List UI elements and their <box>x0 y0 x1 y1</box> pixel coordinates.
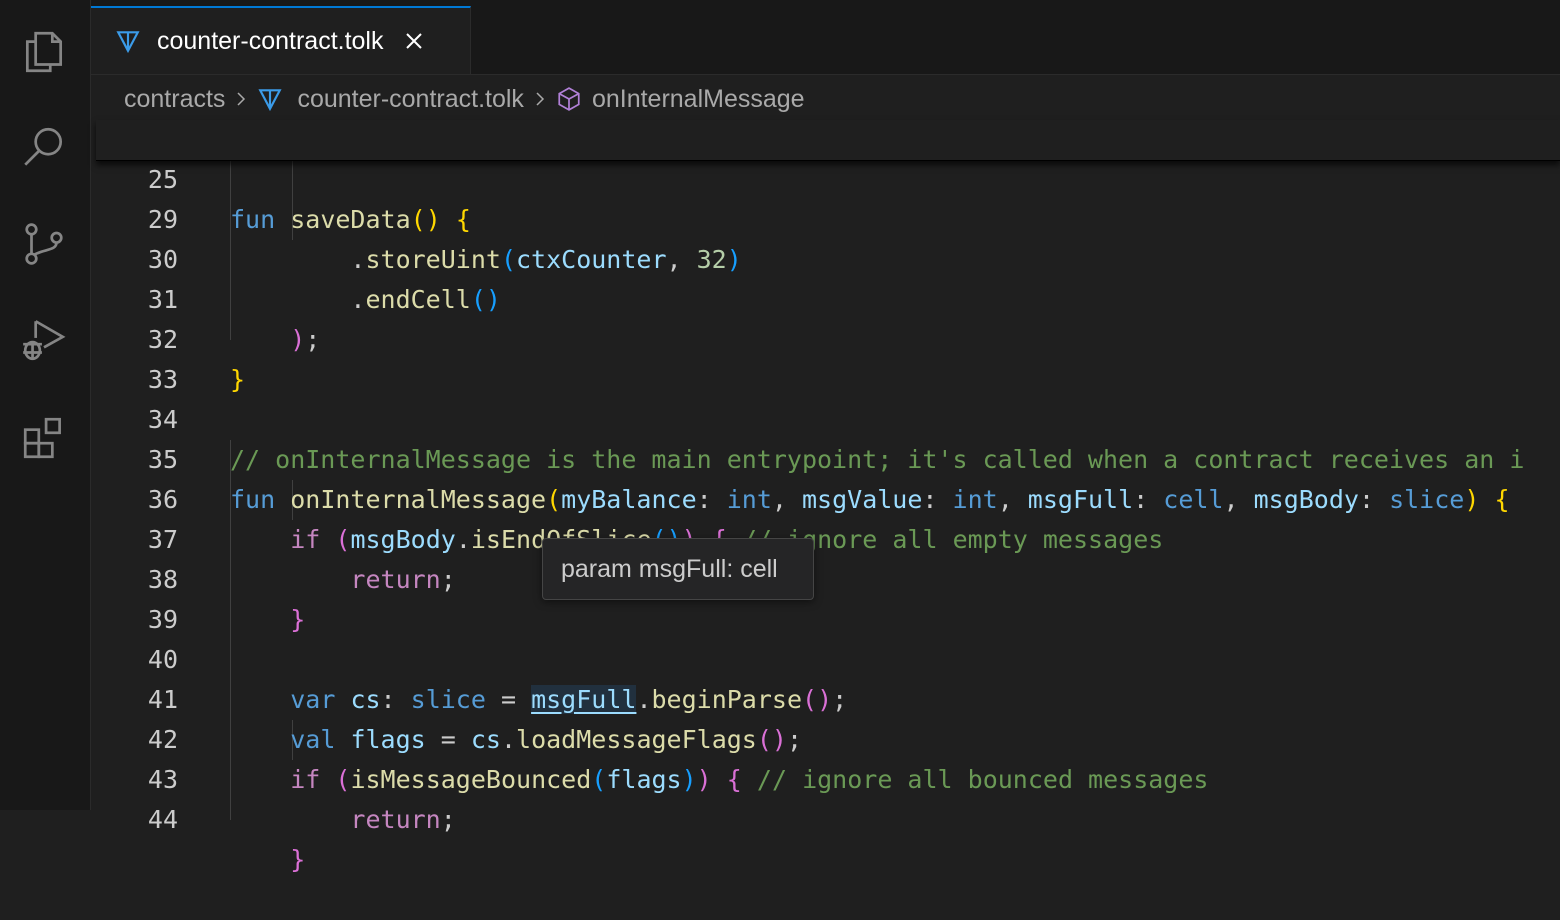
tab-bar: counter-contract.tolk <box>91 0 1560 75</box>
ton-file-icon <box>116 31 140 54</box>
source-control-icon[interactable] <box>18 218 70 270</box>
breadcrumb-file[interactable]: counter-contract.tolk <box>297 85 524 114</box>
code-line-36[interactable]: 36 if (msgBody.isEndOfSlice()) { // igno… <box>96 440 1560 554</box>
code-line-43[interactable]: 43 return; <box>96 720 1560 834</box>
breadcrumb-folder[interactable]: contracts <box>124 85 225 114</box>
code-line-33[interactable]: 33 <box>96 320 1560 394</box>
chevron-right-icon <box>536 92 544 106</box>
explorer-icon[interactable] <box>18 26 70 78</box>
close-icon[interactable] <box>402 29 426 53</box>
code-line-40[interactable]: 40 var cs: slice = msgFull.beginParse(); <box>96 600 1560 714</box>
tab-counter-contract[interactable]: counter-contract.tolk <box>91 6 471 74</box>
line-number: 25 <box>147 165 178 194</box>
activity-bar <box>0 0 91 810</box>
breadcrumb-symbol[interactable]: onInternalMessage <box>592 85 805 114</box>
sticky-scroll-line[interactable]: 25 fun saveData() { <box>96 120 1560 234</box>
hover-tooltip: param msgFull: cell <box>542 538 814 600</box>
code-line-31[interactable]: 31 ); <box>96 240 1560 354</box>
code-line-29[interactable]: 29 .storeUint(ctxCounter, 32) <box>96 160 1560 274</box>
hover-text: param msgFull: cell <box>561 554 778 583</box>
code-text: } <box>290 845 306 874</box>
code-line-44[interactable]: 44 } <box>96 760 1560 874</box>
code-line-42[interactable]: 42 if (isMessageBounced(flags)) { // ign… <box>96 680 1560 794</box>
code-line: fun saveData() { <box>230 205 471 234</box>
extensions-icon[interactable] <box>18 412 70 464</box>
chevron-right-icon <box>237 92 246 106</box>
ton-file-icon <box>258 89 282 112</box>
code-line-37[interactable]: 37 return; <box>96 480 1560 594</box>
code-editor[interactable]: 25 fun saveData() { 29 .storeUint(ctxCou… <box>96 120 1560 874</box>
code-text: return; <box>350 805 456 834</box>
symbol-method-icon <box>558 87 580 111</box>
code-line-38[interactable]: 38 } <box>96 520 1560 634</box>
code-line-39[interactable]: 39 <box>96 560 1560 634</box>
code-line-41[interactable]: 41 val flags = cs.loadMessageFlags(); <box>96 640 1560 754</box>
tab-label: counter-contract.tolk <box>157 26 384 55</box>
line-number: 44 <box>147 805 178 834</box>
run-debug-icon[interactable] <box>18 314 70 366</box>
code-line-34[interactable]: 34 // onInternalMessage is the main entr… <box>96 360 1560 474</box>
code-line-32[interactable]: 32 } <box>96 280 1560 394</box>
breadcrumb: contracts counter-contract.tolk onIntern… <box>124 80 805 118</box>
search-icon[interactable] <box>18 122 70 174</box>
code-line-35[interactable]: 35 fun onInternalMessage(myBalance: int,… <box>96 400 1560 514</box>
